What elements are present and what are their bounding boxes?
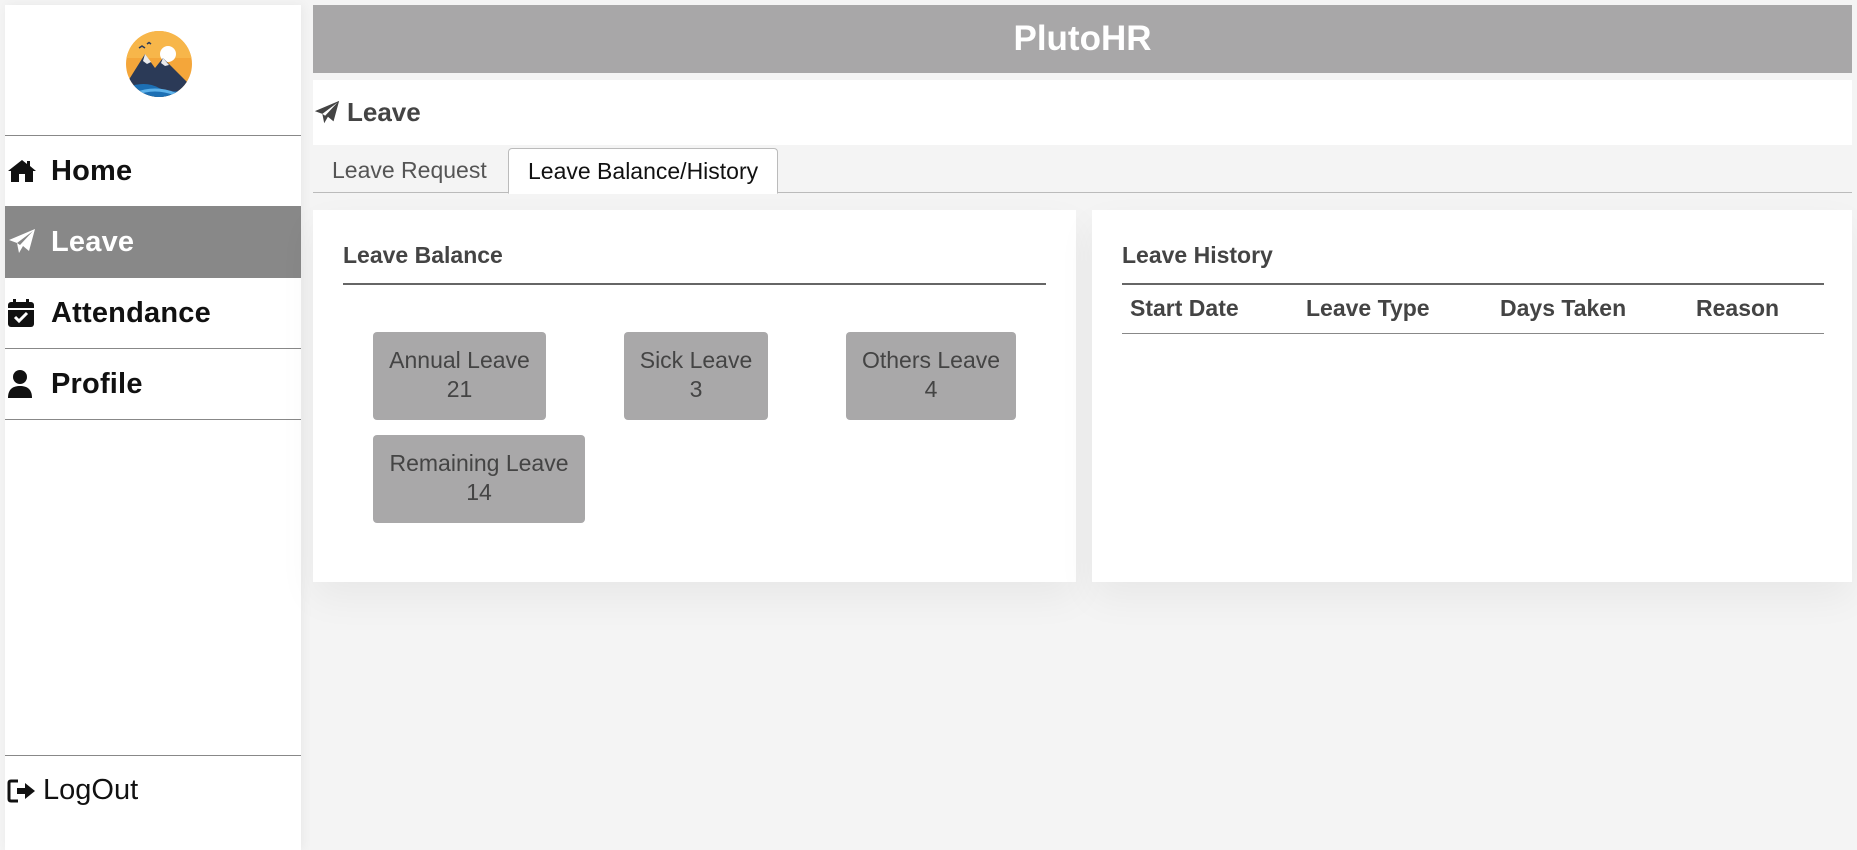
card-label: Sick Leave — [639, 347, 753, 373]
calendar-check-icon — [5, 278, 51, 349]
remaining-leave-card: Remaining Leave 14 — [373, 435, 585, 523]
column-header-leave-type: Leave Type — [1298, 285, 1492, 334]
card-label: Others Leave — [861, 347, 1001, 373]
page-title: Leave — [347, 97, 421, 127]
annual-leave-card: Annual Leave 21 — [373, 332, 546, 420]
sidebar-nav: Home Leave Attendance Profile — [5, 135, 301, 420]
others-leave-card: Others Leave 4 — [846, 332, 1016, 420]
mountain-sun-logo-icon[interactable] — [125, 28, 193, 100]
sidebar-item-profile[interactable]: Profile — [5, 349, 301, 420]
logout-label: LogOut — [43, 774, 139, 806]
sign-out-icon — [5, 778, 43, 804]
logout-button[interactable]: LogOut — [5, 755, 301, 825]
app-title: PlutoHR — [1013, 19, 1152, 58]
leave-history-title: Leave History — [1122, 242, 1273, 268]
tab-leave-request[interactable]: Leave Request — [313, 148, 506, 193]
card-label: Annual Leave — [389, 347, 530, 373]
card-value: 3 — [689, 376, 703, 402]
user-icon — [5, 349, 51, 420]
leave-balance-title: Leave Balance — [343, 242, 503, 268]
divider — [343, 283, 1046, 285]
sidebar-item-label: Profile — [51, 367, 143, 400]
card-value: 21 — [446, 376, 473, 402]
paper-plane-icon — [313, 99, 347, 127]
app-root: Home Leave Attendance Profile LogOut Plu… — [0, 0, 1857, 850]
home-icon — [5, 136, 51, 207]
sick-leave-card: Sick Leave 3 — [624, 332, 768, 420]
sidebar-item-attendance[interactable]: Attendance — [5, 278, 301, 349]
leave-tabs: Leave Request Leave Balance/History — [313, 145, 1852, 194]
table-header-row: Start Date Leave Type Days Taken Reason — [1122, 285, 1824, 334]
column-header-days-taken: Days Taken — [1492, 285, 1688, 334]
leave-balance-panel: Leave Balance Annual Leave 21 Sick Leave… — [313, 210, 1076, 582]
paper-plane-icon — [5, 207, 51, 278]
sidebar: Home Leave Attendance Profile LogOut — [5, 5, 301, 850]
column-header-start-date: Start Date — [1122, 285, 1298, 334]
sidebar-item-leave[interactable]: Leave — [5, 207, 301, 278]
card-value: 14 — [466, 479, 492, 505]
sidebar-item-home[interactable]: Home — [5, 136, 301, 207]
card-label: Remaining Leave — [389, 450, 569, 476]
column-header-reason: Reason — [1688, 285, 1824, 334]
card-value: 4 — [924, 376, 938, 402]
leave-history-panel: Leave History Start Date Leave Type Days… — [1092, 210, 1852, 582]
sidebar-item-label: Leave — [51, 225, 135, 258]
leave-history-table: Start Date Leave Type Days Taken Reason — [1122, 285, 1824, 334]
tab-leave-balance-history[interactable]: Leave Balance/History — [508, 148, 779, 194]
page-title-bar: Leave — [313, 80, 1852, 145]
app-header: PlutoHR — [313, 5, 1852, 73]
sidebar-item-label: Home — [51, 154, 133, 187]
sidebar-item-label: Attendance — [51, 296, 211, 329]
